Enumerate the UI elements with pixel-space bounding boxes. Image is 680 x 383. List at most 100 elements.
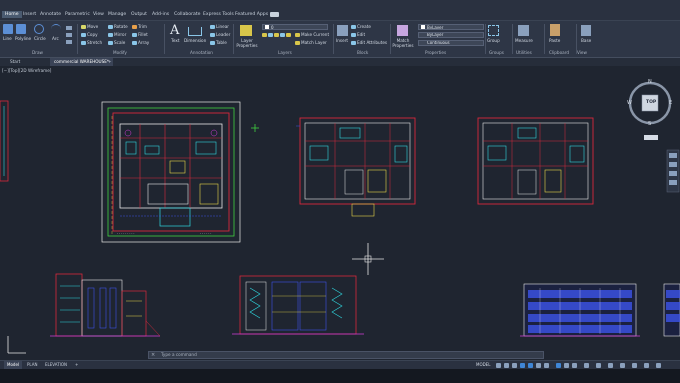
layout-tab-model[interactable]: Model [4, 361, 23, 369]
match-properties-button[interactable]: Match Properties [392, 38, 414, 48]
model-space-indicator[interactable]: MODEL [476, 361, 490, 369]
polyline-icon[interactable] [16, 24, 26, 34]
elevation-4-partial[interactable] [663, 283, 680, 337]
mirror-button[interactable]: Mirror [108, 32, 126, 37]
annotation-monitor-icon[interactable] [596, 363, 601, 368]
linear-button[interactable]: Linear [210, 24, 229, 29]
layer-properties-icon[interactable] [240, 25, 252, 36]
viewcube-east-label[interactable]: E [669, 100, 672, 106]
layers-panel-label[interactable]: Layers [278, 50, 292, 55]
fillet-button[interactable]: Fillet [132, 32, 148, 37]
draw-tool-icon[interactable] [66, 40, 72, 44]
rotate-button[interactable]: Rotate [108, 24, 128, 29]
paste-icon[interactable] [550, 24, 560, 36]
create-block-button[interactable]: Create [351, 24, 371, 29]
tab-manage[interactable]: Manage [108, 12, 126, 17]
ribbon-toggle-icon[interactable] [270, 12, 279, 17]
viewcube-south-label[interactable]: S [648, 121, 651, 127]
tab-view[interactable]: View [93, 12, 104, 17]
paste-button[interactable]: Paste [549, 38, 560, 43]
text-icon[interactable]: A [170, 24, 184, 38]
grid-icon[interactable] [496, 363, 501, 368]
wcs-badge[interactable] [644, 135, 658, 140]
tab-output[interactable]: Output [131, 12, 147, 17]
polyline-button[interactable]: Polyline [15, 36, 31, 41]
measure-icon[interactable] [518, 25, 529, 36]
site-plan[interactable]: - - - - - - - - - - - - - - - [101, 101, 241, 243]
modify-panel-label[interactable]: Modify [113, 50, 127, 55]
file-tab-start[interactable]: Start [6, 58, 24, 66]
3d-osnap-icon[interactable] [564, 363, 569, 368]
customization-icon[interactable] [656, 363, 661, 368]
drawing-canvas[interactable]: [−][Top][2D Wireframe] - - - - - - - - -… [0, 66, 680, 360]
command-line[interactable]: × Type a command [148, 351, 544, 359]
text-button[interactable]: Text [171, 38, 179, 43]
viewcube-top-label[interactable]: TOP [646, 100, 656, 105]
insert-button[interactable]: Insert [336, 38, 348, 43]
otrack-icon[interactable] [536, 363, 541, 368]
edit-attributes-button[interactable]: Edit Attributes [351, 40, 387, 45]
leader-button[interactable]: Leader [210, 32, 230, 37]
base-button[interactable]: Base [581, 38, 591, 43]
utilities-panel-label[interactable]: Utilities [516, 50, 532, 55]
draw-tool-icon[interactable] [66, 33, 72, 37]
layer-tool-icon[interactable] [280, 33, 285, 37]
view-panel-label[interactable]: View [577, 50, 587, 55]
tab-home[interactable]: Home [2, 11, 22, 18]
viewcube-west-label[interactable]: W [627, 100, 632, 106]
floor-plan-1[interactable] [296, 117, 416, 217]
draw-tool-icon[interactable] [66, 26, 72, 30]
block-panel-label[interactable]: Block [357, 50, 368, 55]
isolate-objects-icon[interactable] [632, 363, 637, 368]
tab-insert[interactable]: Insert [23, 12, 36, 17]
properties-panel-label[interactable]: Properties [425, 50, 446, 55]
close-icon[interactable]: × [151, 352, 155, 358]
layer-tool-icon[interactable] [268, 33, 273, 37]
circle-icon[interactable] [34, 24, 44, 34]
color-dropdown[interactable]: ByLayer [418, 24, 484, 30]
layer-dropdown[interactable]: 0 [262, 24, 328, 30]
match-layer-button[interactable]: Match Layer [295, 40, 327, 45]
layout-tab-plan[interactable]: PLAN [24, 361, 40, 369]
tab-featured-apps[interactable]: Featured Apps [235, 12, 268, 17]
lineweight-icon[interactable] [544, 363, 549, 368]
draw-panel-label[interactable]: Draw [32, 50, 43, 55]
measure-button[interactable]: Measure [515, 38, 533, 43]
snap-icon[interactable] [504, 363, 509, 368]
navigation-bar[interactable] [666, 149, 680, 193]
linetype-dropdown[interactable]: Continuous [418, 40, 484, 46]
workspace-gear-icon[interactable] [584, 363, 589, 368]
circle-button[interactable]: Circle [34, 36, 46, 41]
tab-add-ins[interactable]: Add-ins [152, 12, 169, 17]
annotation-scale-icon[interactable] [572, 363, 577, 368]
tab-express-tools[interactable]: Express Tools [203, 12, 234, 17]
group-button[interactable]: Group [487, 38, 500, 43]
group-icon[interactable] [488, 25, 499, 36]
tab-annotate[interactable]: Annotate [40, 12, 61, 17]
viewcube-north-label[interactable]: N [648, 79, 652, 85]
match-properties-icon[interactable] [397, 25, 408, 36]
tab-collaborate[interactable]: Collaborate [174, 12, 200, 17]
elevation-1[interactable] [50, 273, 161, 337]
annotation-panel-label[interactable]: Annotation [190, 50, 213, 55]
copy-button[interactable]: Copy [81, 32, 98, 37]
arc-icon[interactable] [51, 24, 61, 34]
trim-button[interactable]: Trim [132, 24, 147, 29]
edit-block-button[interactable]: Edit [351, 32, 365, 37]
scale-button[interactable]: Scale [108, 40, 125, 45]
clipboard-panel-label[interactable]: Clipboard [549, 50, 569, 55]
fullscreen-icon[interactable] [644, 363, 649, 368]
line-icon[interactable] [3, 24, 13, 34]
polar-icon[interactable] [520, 363, 525, 368]
layer-tool-icon[interactable] [274, 33, 279, 37]
osnap-icon[interactable] [528, 363, 533, 368]
layer-tool-icon[interactable] [262, 33, 267, 37]
move-button[interactable]: Move [81, 24, 98, 29]
insert-block-icon[interactable] [337, 25, 348, 36]
add-layout-button[interactable]: + [72, 361, 81, 369]
command-input[interactable]: Type a command [161, 352, 197, 358]
array-button[interactable]: Array [132, 40, 149, 45]
table-button[interactable]: Table [210, 40, 227, 45]
base-view-icon[interactable] [581, 25, 591, 36]
stretch-button[interactable]: Stretch [81, 40, 102, 45]
